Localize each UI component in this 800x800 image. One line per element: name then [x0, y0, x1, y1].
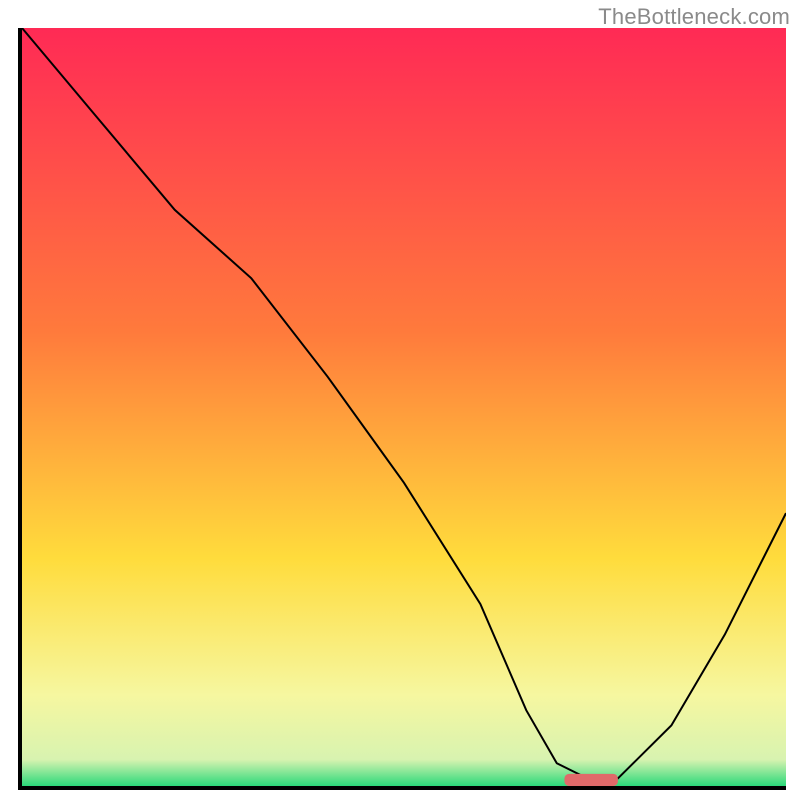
plot-area	[18, 28, 786, 790]
optimal-range-marker	[22, 28, 786, 786]
watermark-text: TheBottleneck.com	[598, 4, 790, 30]
chart-root: TheBottleneck.com	[0, 0, 800, 800]
